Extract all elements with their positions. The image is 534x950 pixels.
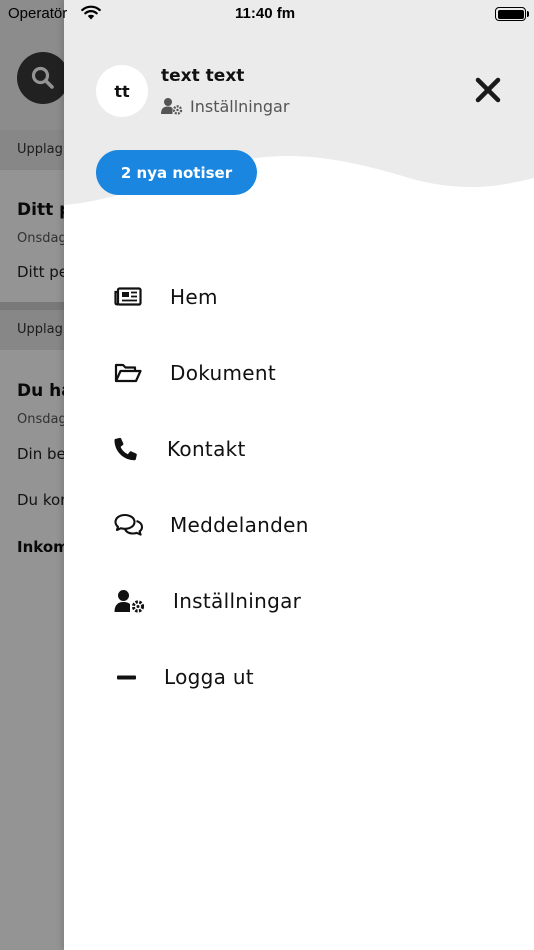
menu-item-label: Inställningar — [173, 589, 302, 613]
close-icon — [475, 77, 501, 103]
menu-item-label: Kontakt — [167, 437, 246, 461]
settings-link-label: Inställningar — [190, 96, 290, 116]
settings-link[interactable]: Inställningar — [161, 95, 289, 117]
menu-item-dokument[interactable]: Dokument — [114, 353, 494, 393]
user-name: text text — [161, 66, 245, 86]
side-drawer: tt text text Inställningar 2 nya notiser — [64, 0, 534, 950]
carrier-label: Operatör — [8, 5, 68, 22]
menu-item-label: Meddelanden — [170, 513, 309, 537]
avatar[interactable]: tt — [96, 65, 148, 117]
battery-tip — [527, 11, 529, 17]
menu-item-label: Logga ut — [164, 665, 254, 689]
status-bar: Operatör 11:40 fm — [0, 0, 534, 28]
drawer-header: tt text text Inställningar 2 nya notiser — [64, 0, 534, 230]
clock: 11:40 fm — [235, 5, 296, 22]
folder-open-icon — [114, 358, 150, 388]
menu-item-hem[interactable]: Hem — [114, 277, 494, 317]
wifi-icon — [81, 5, 101, 24]
user-settings-icon — [114, 586, 150, 616]
newspaper-icon — [114, 282, 150, 312]
menu-item-installningar[interactable]: Inställningar — [114, 581, 494, 621]
menu-item-kontakt[interactable]: Kontakt — [114, 429, 494, 469]
menu-item-logga-ut[interactable]: Logga ut — [114, 657, 494, 697]
battery-icon — [495, 7, 526, 21]
header-wave-background — [64, 0, 534, 205]
menu-item-label: Dokument — [170, 361, 276, 385]
menu-item-meddelanden[interactable]: Meddelanden — [114, 505, 494, 545]
minus-icon — [114, 662, 150, 692]
user-settings-icon — [161, 98, 183, 115]
chat-bubbles-icon — [114, 510, 150, 540]
menu-item-label: Hem — [170, 285, 218, 309]
notifications-button[interactable]: 2 nya notiser — [96, 150, 257, 195]
close-button[interactable] — [472, 74, 504, 106]
phone-icon — [114, 434, 150, 464]
